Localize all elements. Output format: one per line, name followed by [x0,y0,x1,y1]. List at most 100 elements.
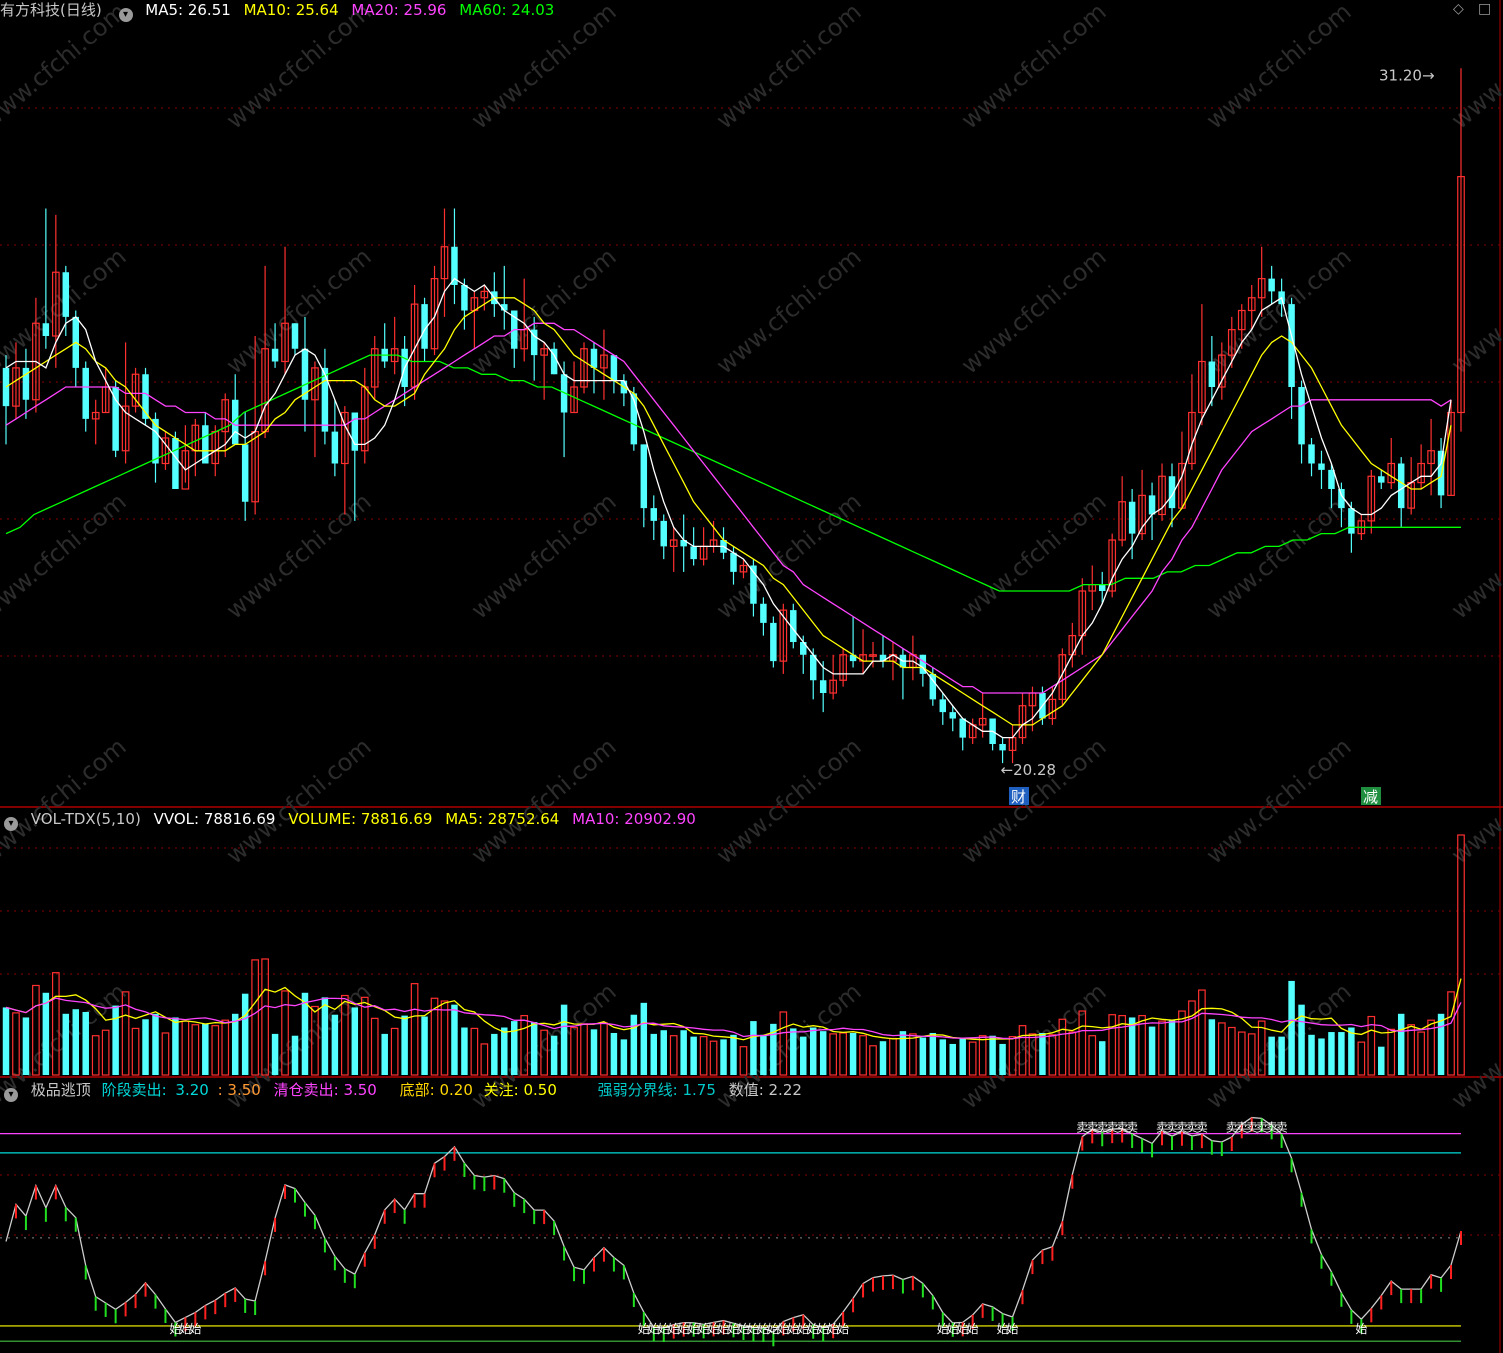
candle-body [760,603,767,623]
finance-tag: 财 [1011,788,1026,806]
maximize-icon[interactable]: □ [1478,1,1491,17]
volume-bar [1407,1024,1416,1076]
stock-chart[interactable]: www.cfchi.com www.cfchi.com www.cfchi.com w… [0,0,1503,1353]
watermark-text: www.cfchi.com [711,732,867,869]
volume-bar [142,1019,149,1075]
bottom-signal-mark: 始 [1007,1322,1019,1336]
volume-bar [331,1014,339,1075]
volume-bar [939,1039,947,1075]
candle-body [949,712,956,719]
volume-bar [251,959,259,1076]
volume-bar [750,1021,757,1075]
stock-title[interactable]: 有方科技(日线) [0,1,102,19]
clear-sell-value: 清仓卖出: 3.50 [273,1081,377,1099]
volume-bar [91,1035,100,1076]
bottom-signal-mark: 始 [1355,1322,1367,1336]
volume-bar [1088,1035,1097,1076]
volume-bar [999,1043,1006,1075]
volume-bar [82,1011,89,1075]
volume-bar [968,1041,977,1076]
volume-bar [211,1025,220,1076]
candle-body [62,272,70,317]
volume-bar [501,1027,508,1075]
candle-body [1378,476,1385,483]
volume-bar [202,1023,209,1075]
volume-bar [800,1036,807,1075]
candle-body [770,622,777,662]
volume-bar [491,1033,498,1075]
diamond-icon[interactable]: ◇ [1453,1,1464,17]
candle-body [819,680,827,693]
candle-body [730,552,737,572]
volume-bar [530,1022,538,1075]
volume-bar [112,1005,119,1075]
bottom-signal-mark: 始 [967,1322,979,1336]
volume-bar [410,983,419,1076]
candle-body [1208,361,1216,387]
candle-body [42,323,50,336]
watermark-text: www.cfchi.com [1446,732,1503,869]
volume-bar [1188,1000,1196,1076]
volume-bar [849,1032,857,1075]
watermark-text: www.cfchi.com [1201,242,1357,379]
volume-bar [550,1035,558,1075]
volume-bar [709,1040,718,1076]
watermark-text: www.cfchi.com [711,0,867,135]
ma5-value: MA5: 26.51 [145,1,231,19]
volume-bar [131,1027,140,1076]
volume-bar [351,1007,359,1075]
volume-bar [2,1007,10,1075]
watermark-text: www.cfchi.com [466,732,622,869]
candle-body [650,508,658,521]
indicator-header: ▾ 极品逃顶 阶段卖出: 3.20 : 3.50 清仓卖出: 3.50 底部: … [0,1080,810,1102]
chevron-down-icon[interactable]: ▾ [4,1088,18,1102]
candle-body [590,348,598,368]
candle-body [271,348,279,362]
volume-bar [839,1032,847,1076]
volume-bar [949,1043,956,1075]
watermark-text: www.cfchi.com [1446,242,1503,379]
candle-body [172,438,179,489]
watermark-text: www.cfchi.com [1201,0,1357,135]
volume-bar [1308,1034,1315,1075]
volume-bar [152,1013,159,1075]
stage-sell-value-2: : 3.50 [217,1081,261,1099]
candle-body [939,699,947,713]
volume-bar [291,1035,299,1075]
volume-bar [1437,1013,1445,1075]
indicator-name[interactable]: 极品逃顶 [31,1081,91,1099]
stage-sell-value: 3.20 [175,1081,209,1099]
volume-bar [421,1016,428,1075]
volume-bar [560,1004,568,1075]
volume-bar [271,1033,279,1075]
candle-body [959,718,966,738]
chevron-down-icon[interactable]: ▾ [118,8,133,22]
volume-bar [440,1000,449,1076]
volume-bar [690,1036,697,1075]
watermark-text: www.cfchi.com [221,732,377,869]
volume-bar [1447,991,1455,1076]
volume-bar [590,1029,598,1075]
candle-body [1098,584,1106,591]
watermark-text: www.cfchi.com [1446,487,1503,624]
volume-indicator-name[interactable]: VOL-TDX(5,10) [31,810,141,828]
volume-bar [869,1045,877,1076]
candle-body [660,520,667,547]
volume-bar [989,1035,996,1075]
candle-body [1128,501,1136,534]
volume-bar [730,1034,737,1075]
watermark-text: www.cfchi.com [466,0,622,135]
volume-bar [1198,989,1206,1076]
volume-bar [1217,1022,1226,1076]
volume-header: ▾ VOL-TDX(5,10) VVOL: 78816.69 VOLUME: 7… [0,809,704,831]
focus-value: 关注: 0.50 [483,1081,557,1099]
volume-bar [451,1004,458,1075]
volume-bar [470,1027,479,1076]
volume-bar [1288,980,1295,1075]
volume-bar [669,1035,678,1076]
volume-bar [241,993,249,1075]
volume-ma5-value: MA5: 28752.64 [445,810,560,828]
volume-bar [790,1028,797,1075]
chevron-down-icon[interactable]: ▾ [4,817,18,831]
volume-bar [172,1017,179,1075]
